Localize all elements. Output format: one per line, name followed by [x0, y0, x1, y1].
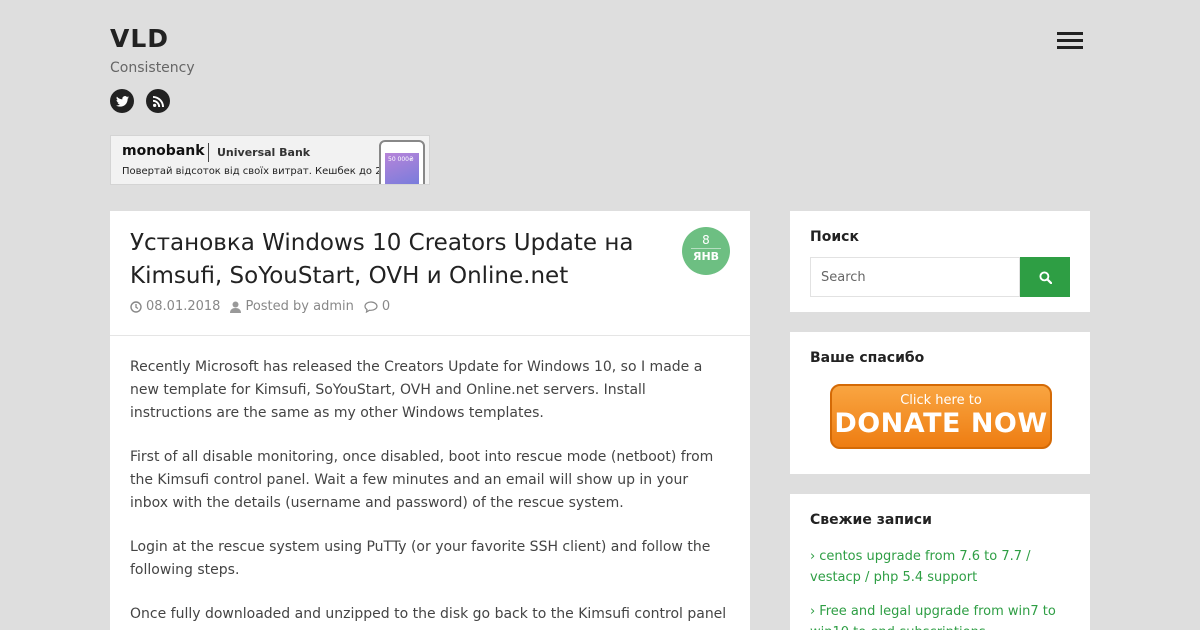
comment-icon: [364, 300, 378, 313]
post-date-text: 08.01.2018: [146, 299, 221, 314]
twitter-button[interactable]: [110, 89, 134, 113]
donate-button[interactable]: Click here to DONATE NOW: [830, 384, 1052, 449]
recent-post-link[interactable]: ›Free and legal upgrade from win7 to win…: [810, 601, 1070, 630]
search-button[interactable]: [1020, 257, 1070, 297]
banner-tagline: Повертай відсоток від своїх витрат. Кешб…: [122, 166, 402, 177]
post-comments-count: 0: [381, 299, 391, 314]
thanks-widget-title: Ваше спасибо: [810, 350, 925, 366]
search-icon: [1038, 270, 1052, 284]
post-date: 08.01.2018: [130, 299, 220, 314]
social-links: [110, 89, 170, 113]
donate-small-text: Click here to: [900, 393, 982, 408]
post-author-text: Posted by admin: [245, 299, 354, 314]
date-badge-month: ЯНВ: [691, 248, 721, 263]
recent-posts-list: › centos upgrade from 7.6 to 7.7 / vestac…: [810, 546, 1070, 630]
post-paragraph: Recently Microsoft has released the Crea…: [130, 359, 703, 421]
date-badge-day: 8: [702, 233, 710, 247]
twitter-icon: [115, 95, 129, 107]
search-input[interactable]: [810, 257, 1020, 297]
phone-illustration: 50 000₴: [379, 140, 425, 184]
post-header: Установка Windows 10 Creators Update на …: [110, 211, 750, 336]
phone-screen: 50 000₴: [385, 153, 419, 184]
post-paragraph: First of all disable monitoring, once di…: [130, 449, 714, 511]
date-badge: 8 ЯНВ: [682, 227, 730, 275]
search-widget: Поиск: [790, 211, 1090, 312]
post-author[interactable]: Posted by admin: [230, 299, 354, 314]
monobank-banner[interactable]: monobank Universal Bank Повертай відсото…: [110, 135, 430, 185]
donate-big-text: DONATE NOW: [834, 408, 1048, 439]
post-comments[interactable]: 0: [364, 299, 390, 314]
rss-button[interactable]: [146, 89, 170, 113]
recent-post-text: Free and legal upgrade from win7 to win1…: [810, 604, 1056, 630]
menu-bar: [1057, 46, 1083, 49]
banner-divider: [208, 143, 209, 162]
post-paragraph: Login at the rescue system using PuTTy (…: [130, 539, 711, 578]
recent-posts-widget: Свежие записи › centos upgrade from 7.6 t…: [790, 494, 1090, 630]
chevron-right-icon: ›: [810, 549, 816, 564]
banner-subtitle: Universal Bank: [217, 146, 311, 159]
post-paragraph: Once fully downloaded and unzipped to th…: [130, 606, 727, 630]
recent-posts-title: Свежие записи: [810, 512, 932, 528]
banner-brand: monobank: [122, 143, 205, 159]
menu-bar: [1057, 32, 1083, 35]
recent-post-text: centos upgrade from 7.6 to 7.7 / vestacp…: [810, 549, 1031, 585]
user-icon: [230, 301, 242, 313]
search-widget-title: Поиск: [810, 229, 859, 245]
chevron-right-icon: ›: [810, 604, 816, 619]
clock-icon: [130, 300, 142, 313]
post-content: Recently Microsoft has released the Crea…: [110, 336, 750, 630]
post-meta: 08.01.2018 Posted by admin 0: [130, 299, 400, 314]
post-title[interactable]: Установка Windows 10 Creators Update на …: [130, 227, 650, 293]
thanks-widget: Ваше спасибо Click here to DONATE NOW: [790, 332, 1090, 474]
rss-icon: [152, 95, 164, 107]
post-card: Установка Windows 10 Creators Update на …: [110, 211, 750, 630]
site-tagline: Consistency: [110, 60, 195, 76]
site-title[interactable]: VLD: [110, 24, 169, 53]
hamburger-menu-button[interactable]: [1057, 32, 1083, 52]
recent-post-link[interactable]: › centos upgrade from 7.6 to 7.7 / vestac…: [810, 546, 1070, 588]
menu-bar: [1057, 39, 1083, 42]
